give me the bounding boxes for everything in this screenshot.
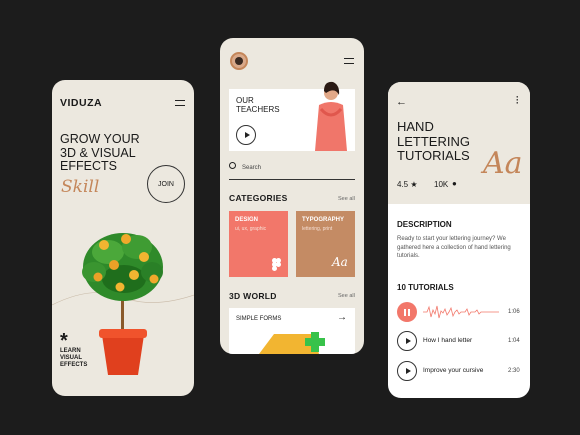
teachers-card[interactable]: OUR TEACHERS <box>229 81 355 151</box>
tutorial-time: 1:06 <box>508 309 520 315</box>
headline-line: EFFECTS <box>60 159 117 173</box>
world-see-all-link[interactable]: See all <box>338 293 355 299</box>
headline-line: 3D & VISUAL <box>60 145 136 160</box>
hero-headline: GROW YOUR 3D & VISUAL EFFECTS <box>60 132 160 174</box>
teacher-figure-illustration <box>315 81 347 151</box>
categories-title: CATEGORIES <box>229 193 288 203</box>
learn-line: EFFECTS <box>60 362 88 368</box>
tutorial-title: How I hand letter <box>423 337 473 344</box>
tutorial-title: Improve your cursive <box>423 367 484 374</box>
tile-label: DESIGN <box>235 217 259 223</box>
arrow-right-icon[interactable]: → <box>337 312 347 323</box>
tutorial-time: 2:30 <box>508 368 520 374</box>
pause-icon <box>404 308 410 316</box>
category-tile-typography[interactable]: TYPOGRAPHY lettering, print Aa <box>296 211 355 277</box>
menu-icon[interactable] <box>175 100 185 106</box>
headline-line: GROW YOUR <box>60 132 140 146</box>
title-line: HAND <box>397 119 434 134</box>
simple-forms-card[interactable]: SIMPLE FORMS → <box>229 308 355 354</box>
script-skill-word: Skill <box>61 177 100 197</box>
script-aa-glyph: Aa <box>483 146 523 181</box>
tutorials-title: 10 TUTORIALS <box>397 283 454 292</box>
search-icon <box>229 162 236 169</box>
title-line: LETTERING <box>397 133 470 149</box>
tile-label: TYPOGRAPHY <box>302 217 345 223</box>
description-title: DESCRIPTION <box>397 220 452 229</box>
title-line: TUTORIALS <box>397 148 470 163</box>
play-button[interactable] <box>236 125 256 145</box>
tile-sub: ui, ux, graphic <box>235 226 267 232</box>
tutorial-title: HAND LETTERING TUTORIALS <box>397 119 470 164</box>
teachers-line: OUR <box>236 96 254 105</box>
pause-button[interactable] <box>397 302 417 322</box>
learn-line: VISUAL <box>60 355 83 361</box>
tutorial-row[interactable]: Improve your cursive 2:30 <box>397 361 521 383</box>
play-icon <box>405 338 411 344</box>
teachers-line: TEACHERS <box>236 105 280 114</box>
play-icon <box>244 132 250 138</box>
join-button[interactable]: JOIN <box>147 165 185 203</box>
audio-waveform <box>423 305 499 319</box>
rating: 4.5 ★ <box>397 180 418 189</box>
menu-icon[interactable] <box>344 58 354 64</box>
followers-count: 10K <box>434 180 449 189</box>
tile-aa-glyph: Aa <box>332 255 348 269</box>
play-button[interactable] <box>397 331 417 351</box>
play-button[interactable] <box>397 361 417 381</box>
learn-visual-effects: LEARN VISUAL EFFECTS <box>60 348 100 369</box>
phone-categories: OUR TEACHERS Search CATEGORIES See all D… <box>220 38 364 354</box>
search-input[interactable]: Search <box>242 165 261 171</box>
tutorial-row[interactable]: 1:06 <box>397 302 521 324</box>
3d-shapes-illustration <box>259 332 325 354</box>
tile-sub: lettering, print <box>302 226 333 232</box>
phone-lettering-tutorials: ← · · · HAND LETTERING TUTORIALS Aa 4.5 ★ … <box>388 82 530 398</box>
categories-see-all-link[interactable]: See all <box>338 196 355 202</box>
figma-icon <box>272 258 281 271</box>
world-title: 3D WORLD <box>229 291 277 301</box>
teachers-title: OUR TEACHERS <box>236 96 280 114</box>
tutorial-row[interactable]: How I hand letter 1:04 <box>397 331 521 353</box>
category-tile-design[interactable]: DESIGN ui, ux, graphic <box>229 211 288 277</box>
phone-viduza-home: VIDUZA GROW YOUR 3D & VISUAL EFFECTS Ski… <box>52 80 194 396</box>
back-arrow-icon[interactable]: ← <box>396 96 407 108</box>
brand-logo: VIDUZA <box>60 97 103 109</box>
simple-forms-title: SIMPLE FORMS <box>236 316 282 322</box>
search-underline <box>229 179 355 180</box>
more-options-icon[interactable]: · · · <box>516 93 519 108</box>
avatar[interactable] <box>230 52 248 70</box>
learn-line: LEARN <box>60 348 81 354</box>
description-text: Ready to start your lettering journey? W… <box>397 236 511 259</box>
play-icon <box>405 368 411 374</box>
user-icon: ● <box>452 179 457 188</box>
tutorial-time: 1:04 <box>508 338 520 344</box>
